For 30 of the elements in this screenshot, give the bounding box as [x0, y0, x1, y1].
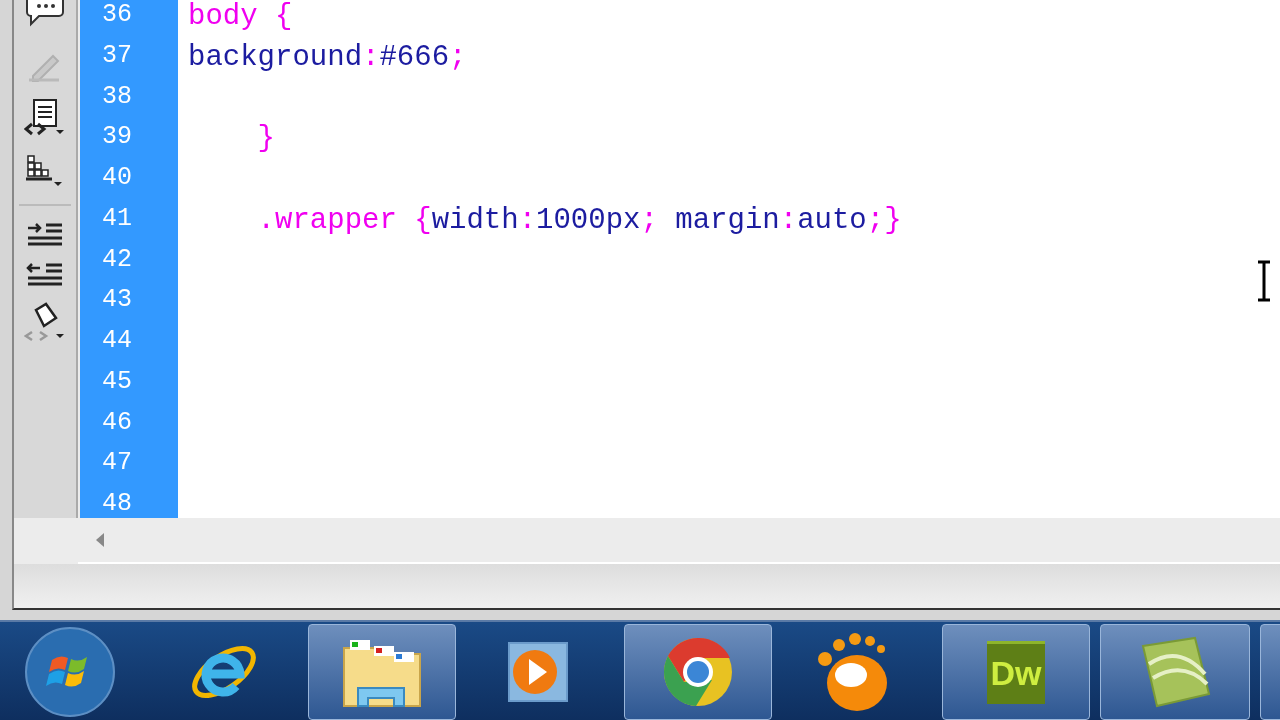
- document-icon[interactable]: [24, 98, 66, 138]
- line-number: 45: [80, 366, 178, 408]
- outdent-icon[interactable]: [26, 262, 64, 288]
- line-number: 36: [80, 0, 178, 41]
- taskbar-button[interactable]: [1100, 624, 1250, 720]
- indent-icon[interactable]: [26, 222, 64, 248]
- taskbar-button[interactable]: Dw: [942, 624, 1090, 720]
- line-number: 46: [80, 407, 178, 449]
- line-number: 39: [80, 122, 178, 163]
- line-number: 38: [80, 81, 178, 123]
- chrome-logo-icon[interactable]: [662, 636, 734, 708]
- line-number: 48: [80, 489, 178, 518]
- line-number: 44: [80, 326, 178, 367]
- line-number: 37: [80, 40, 178, 82]
- line-number: 42: [80, 244, 178, 286]
- line-number: 41: [80, 203, 178, 245]
- line-number: 43: [80, 285, 178, 326]
- code-line: .wrapper {width:1000px; margin:auto;}: [256, 203, 903, 239]
- taskbar-button[interactable]: [624, 624, 772, 720]
- taskbar-button[interactable]: [308, 624, 456, 720]
- scroll-left-arrow-icon[interactable]: [94, 532, 106, 548]
- code-line: }: [256, 122, 276, 158]
- code-line: background:#666;: [188, 40, 468, 76]
- paint-bucket-icon[interactable]: [24, 302, 66, 342]
- start-orb-icon[interactable]: [24, 626, 116, 718]
- text-cursor-icon: [1256, 260, 1272, 302]
- line-number: 40: [80, 163, 178, 204]
- dw-logo-icon: Dw: [987, 640, 1045, 704]
- line-number: 47: [80, 448, 178, 489]
- code-line: body {: [188, 0, 294, 35]
